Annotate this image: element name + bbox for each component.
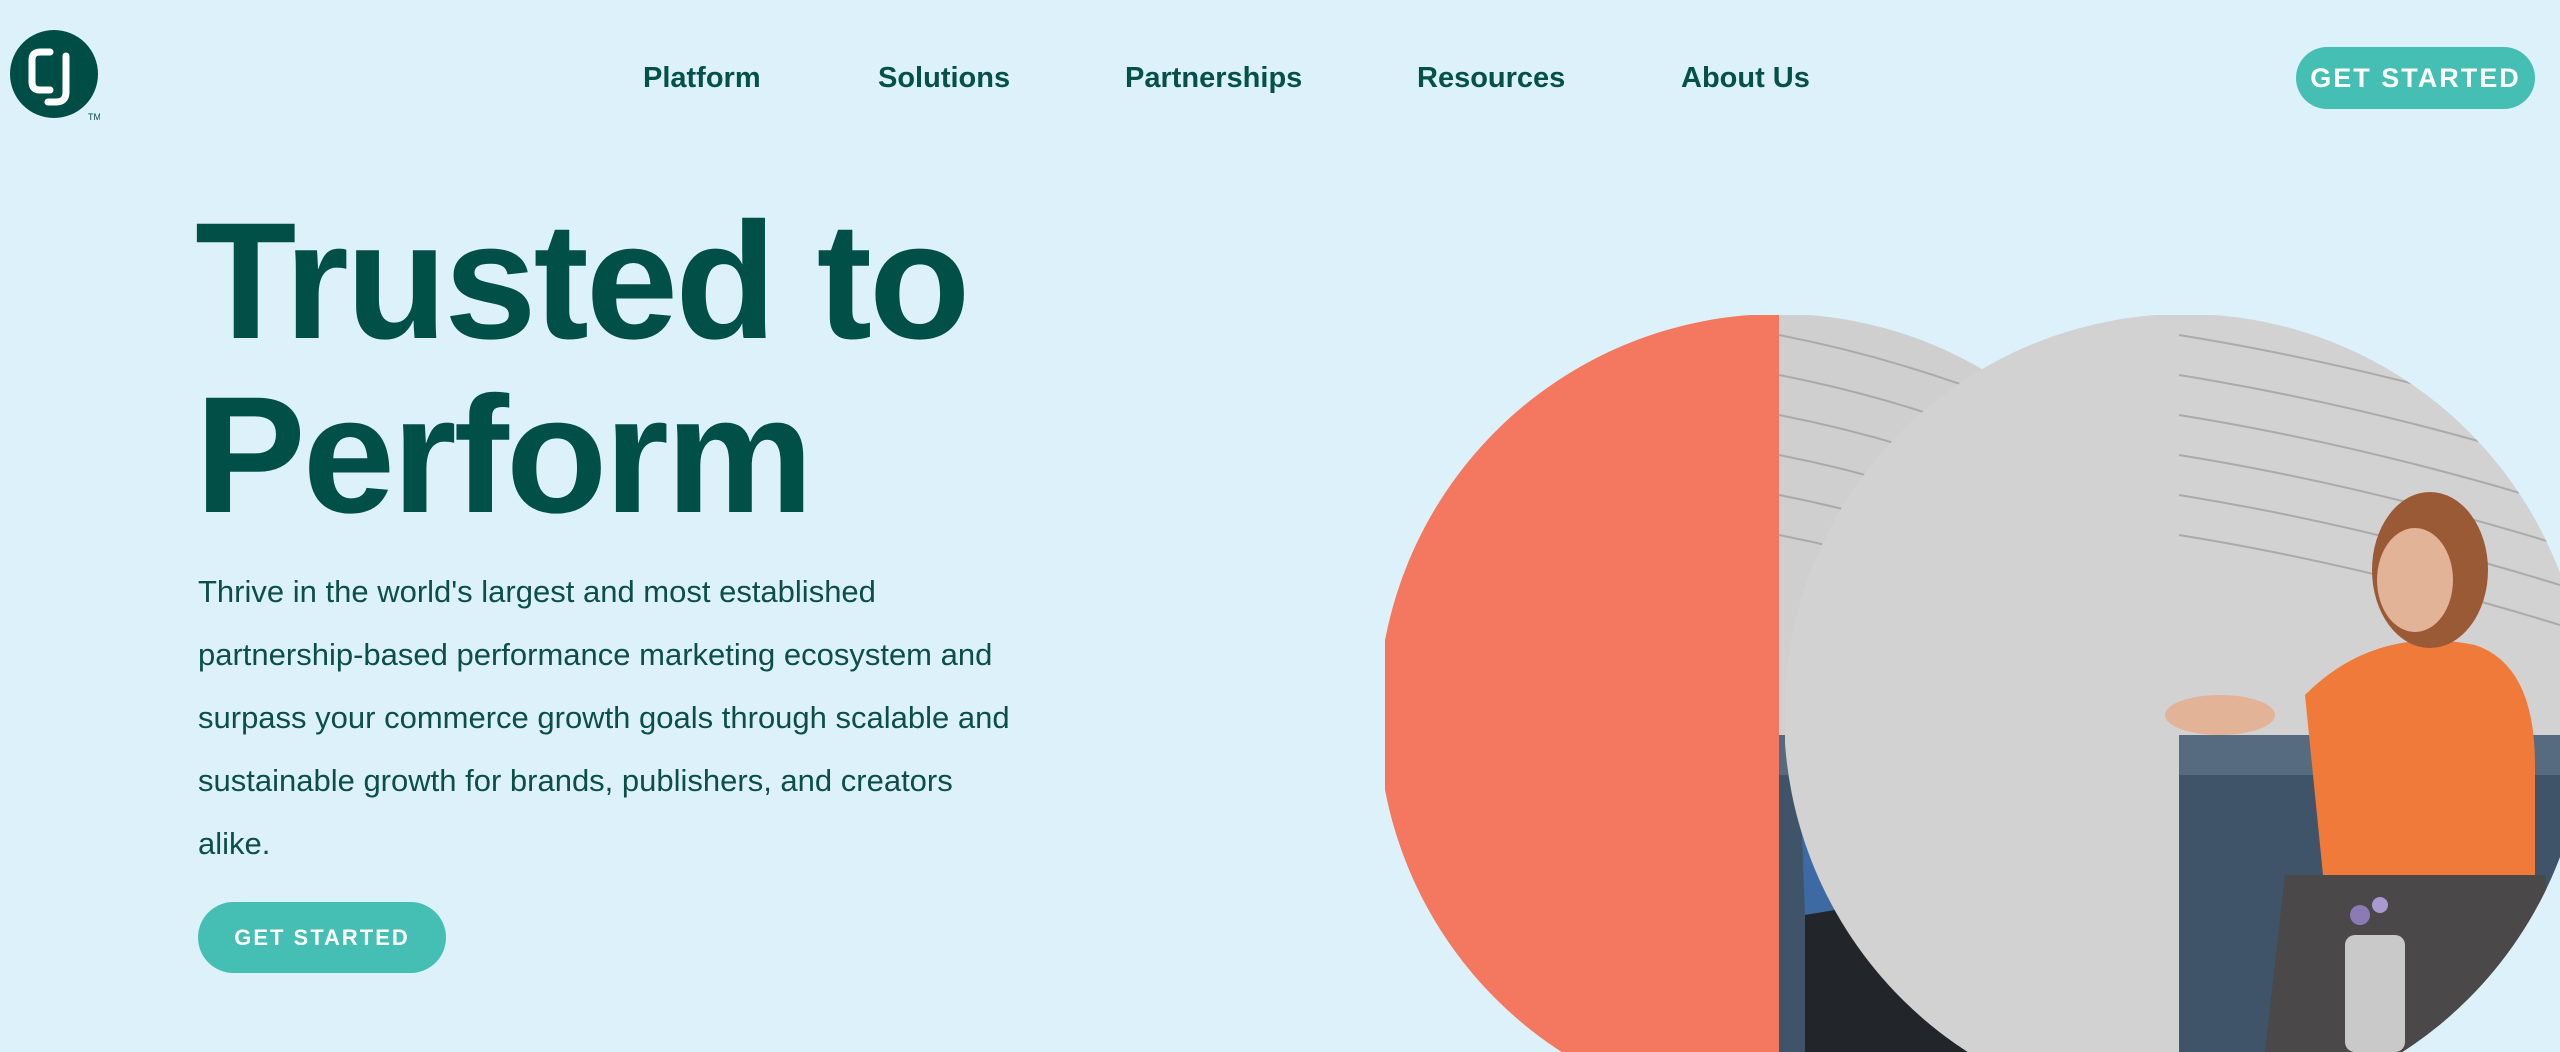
hero-description: Thrive in the world's largest and most e… <box>198 574 1010 861</box>
site-header: TM Platform Solutions Partnerships Resou… <box>0 0 2560 155</box>
hero-title-line-2: Perform <box>195 363 814 548</box>
cj-logo-icon[interactable]: TM <box>10 30 100 122</box>
nav-about-us[interactable]: About Us <box>1681 58 1810 98</box>
hero-title-line-1: Trusted to <box>195 189 970 374</box>
header-get-started-button[interactable]: GET STARTED <box>2296 47 2535 109</box>
coral-half-circle <box>1385 315 1779 1052</box>
nav-resources[interactable]: Resources <box>1417 58 1565 98</box>
hero-image <box>1385 315 2560 1052</box>
hero-get-started-button[interactable]: GET STARTED <box>198 902 446 973</box>
nav-solutions[interactable]: Solutions <box>878 58 1010 98</box>
nav-platform[interactable]: Platform <box>643 58 761 98</box>
hero-title: Trusted to Perform <box>195 189 970 548</box>
svg-text:TM: TM <box>88 112 100 122</box>
nav-partnerships[interactable]: Partnerships <box>1125 58 1302 98</box>
